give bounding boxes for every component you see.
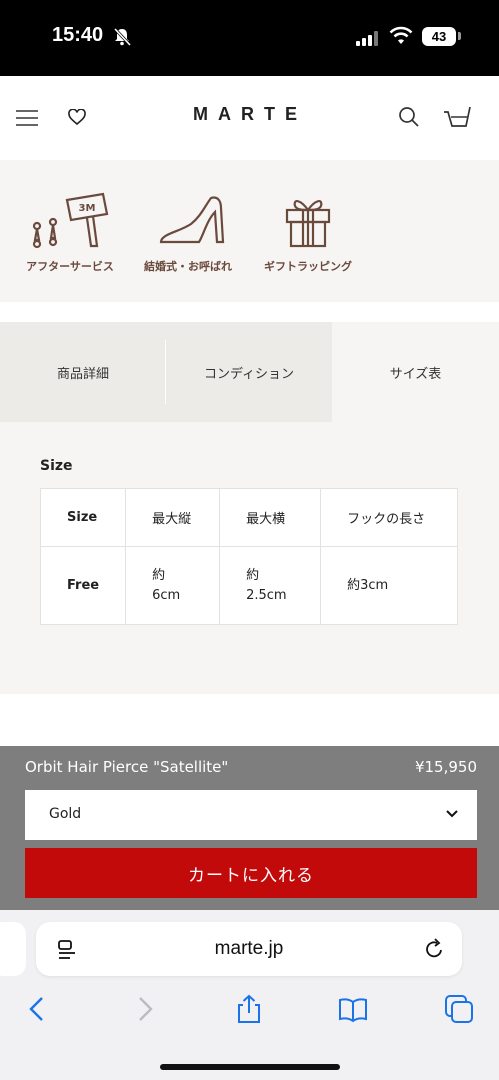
tab-product-details[interactable]: 商品詳細 [0, 322, 166, 422]
row-label: Free [39, 546, 127, 625]
high-heel-icon [159, 196, 225, 244]
size-table-header-row: Size 最大縦 最大横 フックの長さ [39, 488, 458, 547]
bell-slash-icon [113, 27, 132, 47]
header-cell: 最大横 [219, 488, 322, 547]
back-icon[interactable] [22, 994, 52, 1024]
cart-icon[interactable] [442, 104, 472, 130]
tab-condition[interactable]: コンディション [166, 322, 332, 422]
purchase-bar: Orbit Hair Pierce "Satellite" ¥15,950 Go… [0, 746, 499, 910]
hamburger-menu-icon[interactable] [16, 108, 40, 128]
tab-size-chart[interactable]: サイズ表 [332, 322, 499, 422]
gift-box-icon [285, 200, 331, 248]
size-table: Size 最大縦 最大横 フックの長さ Free 約 6cm 約 2.5cm 約3c… [39, 488, 458, 625]
heart-icon[interactable] [68, 109, 86, 125]
site-logo[interactable]: MARTE [150, 104, 350, 125]
tab-divider [165, 340, 166, 404]
cellular-signal-icon [356, 31, 378, 46]
url-text: marte.jp [214, 938, 284, 959]
service-icons-section: 3M アフターサービス 結婚式・お呼ばれ ギフトラッピング [0, 160, 499, 302]
header-cell: 最大縦 [125, 488, 221, 547]
height-cell: 約 6cm [125, 546, 221, 625]
chevron-down-icon [446, 810, 458, 818]
site-header: MARTE [0, 76, 499, 160]
battery-indicator: 43 [422, 27, 456, 46]
height-prefix: 約 [152, 567, 166, 583]
wifi-icon [389, 26, 413, 44]
width-prefix: 約 [246, 567, 260, 583]
service-gift-wrapping[interactable]: ギフトラッピング [258, 186, 358, 274]
home-indicator [160, 1064, 340, 1070]
width-cell: 約 2.5cm [219, 546, 322, 625]
share-icon[interactable] [234, 994, 264, 1024]
bookmarks-icon[interactable] [338, 994, 368, 1024]
address-bar[interactable]: marte.jp [36, 922, 462, 976]
hook-length-cell: 約3cm [320, 546, 458, 625]
battery-tip [458, 32, 461, 40]
browser-toolbar: marte.jp [0, 910, 499, 1080]
signboard-icon: 3M [32, 192, 109, 249]
service-label: 結婚式・お呼ばれ [144, 260, 232, 273]
height-value: 6cm [152, 587, 181, 603]
product-price: ¥15,950 [414, 758, 477, 776]
signboard-text: 3M [79, 203, 96, 214]
size-chart-section: Size Size 最大縦 最大横 フックの長さ Free 約 6cm 約 2.5c… [0, 422, 499, 694]
status-bar: 15:40 43 [0, 0, 499, 76]
width-value: 2.5cm [246, 587, 287, 603]
service-wedding[interactable]: 結婚式・お呼ばれ [138, 186, 238, 274]
header-cell: フックの長さ [320, 488, 458, 547]
product-tabs: 商品詳細 コンディション サイズ表 [0, 322, 499, 422]
reload-icon[interactable] [424, 938, 446, 960]
size-chart-title: Size [40, 458, 73, 474]
previous-tab-preview[interactable] [0, 922, 26, 976]
add-to-cart-button[interactable]: カートに入れる [25, 848, 477, 898]
status-time: 15:40 [52, 24, 104, 46]
product-name: Orbit Hair Pierce "Satellite" [25, 758, 229, 776]
service-label: アフターサービス [26, 260, 114, 273]
service-after-service[interactable]: 3M アフターサービス [20, 186, 120, 274]
header-cell: Size [39, 488, 127, 547]
search-icon[interactable] [398, 106, 420, 128]
selected-option: Gold [49, 806, 82, 822]
color-select[interactable]: Gold [25, 790, 477, 840]
tabs-icon[interactable] [444, 994, 474, 1024]
table-row: Free 約 6cm 約 2.5cm 約3cm [39, 546, 458, 625]
service-label: ギフトラッピング [264, 260, 352, 273]
forward-icon[interactable] [130, 994, 160, 1024]
